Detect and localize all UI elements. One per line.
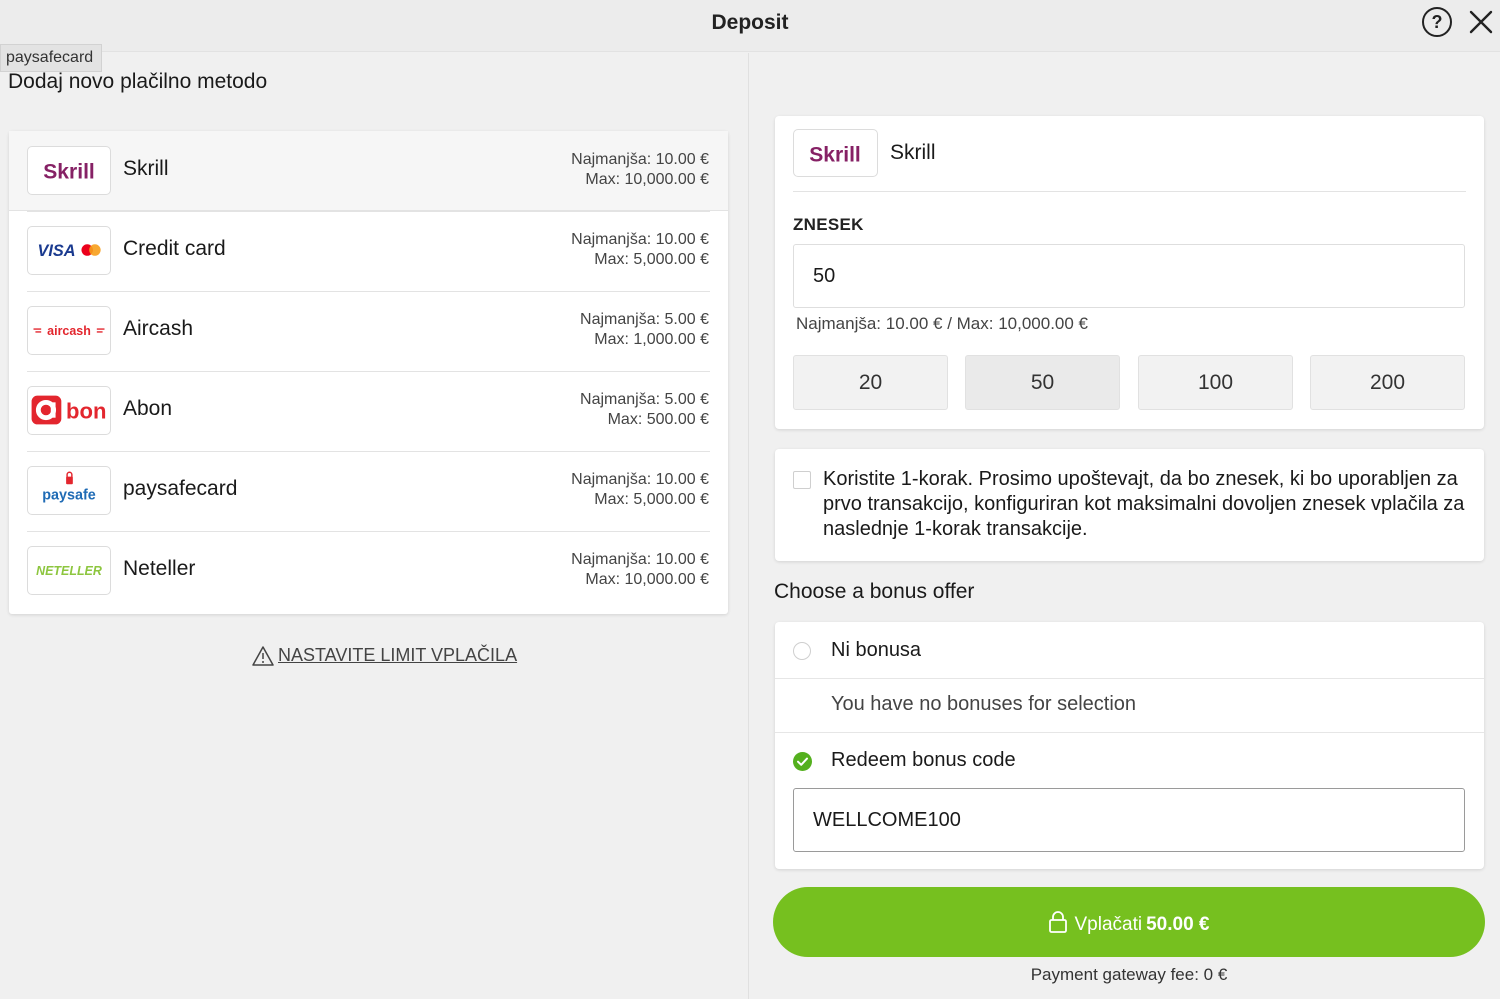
row-separator: [27, 371, 710, 372]
row-separator: [27, 211, 710, 212]
neteller-logo: NETELLER: [27, 546, 111, 595]
deposit-button-label: Vplačati: [1074, 914, 1143, 935]
row-separator: [27, 451, 710, 452]
card-separator: [793, 191, 1466, 192]
method-limits: Najmanjša: 5.00 € Max: 500.00 €: [580, 390, 709, 430]
neteller-logo-text: NETELLER: [36, 564, 102, 578]
deposit-button-content: Vplačati 50.00 €: [773, 910, 1485, 936]
quick-amount-50-button[interactable]: 50: [965, 355, 1120, 410]
redeem-code-label: Redeem bonus code: [831, 749, 1016, 771]
method-name: Credit card: [123, 237, 226, 260]
modal-header: Deposit ?: [0, 0, 1500, 52]
payment-method-skrill[interactable]: Skrill Skrill Najmanjša: 10.00 € Max: 10…: [9, 131, 728, 211]
add-payment-method-title: Dodaj novo plačilno metodo: [8, 70, 268, 93]
no-bonus-radio[interactable]: [793, 642, 811, 660]
payment-method-aircash[interactable]: aircash Aircash Najmanjša: 5.00 € Max: 1…: [9, 291, 728, 371]
set-deposit-limit-label: NASTAVITE LIMIT VPLAČILA: [278, 645, 518, 665]
bonus-separator: [775, 732, 1484, 733]
selected-method-name: Skrill: [890, 141, 936, 164]
visa-mastercard-logo: VISA: [27, 226, 111, 275]
method-name: Aircash: [123, 317, 194, 340]
method-limits: Najmanjša: 10.00 € Max: 10,000.00 €: [571, 150, 709, 190]
aircash-logo-text: aircash: [47, 324, 91, 338]
method-min: Najmanjša: 10.00 €: [571, 231, 709, 248]
payment-method-neteller[interactable]: NETELLER Neteller Najmanjša: 10.00 € Max…: [9, 531, 728, 611]
deposit-button-amount: 50.00 €: [1146, 914, 1210, 935]
row-separator: [27, 531, 710, 532]
deposit-button[interactable]: Vplačati 50.00 €: [773, 887, 1485, 957]
lock-icon: [1049, 911, 1068, 933]
method-name: Abon: [123, 397, 173, 420]
paysafe-logo-text: paysafe: [42, 488, 96, 504]
redeem-code-radio-check-icon[interactable]: [793, 752, 812, 771]
method-max: Max: 1,000.00 €: [594, 331, 709, 348]
quick-amount-100-button[interactable]: 100: [1138, 355, 1293, 410]
method-min: Najmanjša: 10.00 €: [571, 471, 709, 488]
bonus-separator: [775, 678, 1484, 679]
one-step-card: Koristite 1-korak. Prosimo upoštevajt, d…: [775, 449, 1484, 561]
method-limits: Najmanjša: 10.00 € Max: 10,000.00 €: [571, 550, 709, 590]
skrill-logo: Skrill: [27, 146, 111, 195]
method-min: Najmanjša: 10.00 €: [571, 551, 709, 568]
method-max: Max: 500.00 €: [607, 411, 709, 428]
method-limits: Najmanjša: 10.00 € Max: 5,000.00 €: [571, 470, 709, 510]
close-icon[interactable]: [1466, 6, 1496, 38]
bonus-card: Ni bonusa You have no bonuses for select…: [775, 622, 1484, 869]
abon-logo-text: bon: [66, 399, 106, 424]
one-step-checkbox[interactable]: [793, 471, 811, 489]
abon-logo: bon: [27, 386, 111, 435]
payment-methods-list: Skrill Skrill Najmanjša: 10.00 € Max: 10…: [9, 131, 728, 614]
payment-method-paysafecard[interactable]: paysafe paysafecard Najmanjša: 10.00 € M…: [9, 451, 728, 531]
method-max: Max: 10,000.00 €: [585, 571, 709, 588]
quick-amount-20-button[interactable]: 20: [793, 355, 948, 410]
no-bonus-label: Ni bonusa: [831, 639, 922, 661]
help-icon[interactable]: ?: [1422, 7, 1452, 37]
payment-method-abon[interactable]: bon Abon Najmanjša: 5.00 € Max: 500.00 €: [9, 371, 728, 451]
payment-gateway-fee: Payment gateway fee: 0 €: [1030, 965, 1228, 984]
panel-divider: [748, 53, 749, 999]
method-limits: Najmanjša: 5.00 € Max: 1,000.00 €: [580, 310, 709, 350]
skrill-logo-text: Skrill: [43, 161, 95, 184]
aircash-logo: aircash: [27, 306, 111, 355]
modal-title: Deposit: [711, 11, 789, 34]
visa-logo-text: VISA: [38, 242, 76, 260]
skrill-logo: Skrill: [793, 129, 878, 177]
amount-input[interactable]: [793, 244, 1465, 308]
method-name: paysafecard: [123, 477, 238, 500]
skrill-logo-text: Skrill: [809, 144, 861, 167]
one-step-text: Koristite 1-korak. Prosimo upoštevajt, d…: [823, 468, 1465, 540]
amount-card: Skrill Skrill ZNESEK Najmanjša: 10.00 € …: [775, 116, 1484, 429]
paysafe-logo: paysafe: [27, 466, 111, 515]
tooltip: paysafecard: [0, 44, 103, 72]
method-max: Max: 10,000.00 €: [585, 171, 709, 188]
method-limits: Najmanjša: 10.00 € Max: 5,000.00 €: [571, 230, 709, 270]
row-separator: [27, 291, 710, 292]
amount-label: ZNESEK: [793, 215, 864, 234]
method-max: Max: 5,000.00 €: [594, 251, 709, 268]
bonus-offer-title: Choose a bonus offer: [774, 580, 975, 603]
method-min: Najmanjša: 5.00 €: [580, 311, 709, 328]
quick-amount-200-button[interactable]: 200: [1310, 355, 1465, 410]
method-max: Max: 5,000.00 €: [594, 491, 709, 508]
method-name: Neteller: [123, 557, 196, 580]
method-min: Najmanjša: 10.00 €: [571, 151, 709, 168]
method-min: Najmanjša: 5.00 €: [580, 391, 709, 408]
amount-limits-hint: Najmanjša: 10.00 € / Max: 10,000.00 €: [796, 314, 1089, 333]
no-bonuses-message: You have no bonuses for selection: [831, 693, 1137, 715]
method-name: Skrill: [123, 157, 169, 180]
warning-icon: [252, 646, 274, 666]
payment-method-credit-card[interactable]: VISA Credit card Najmanjša: 10.00 € Max:…: [9, 211, 728, 291]
bonus-code-input[interactable]: [793, 788, 1465, 852]
